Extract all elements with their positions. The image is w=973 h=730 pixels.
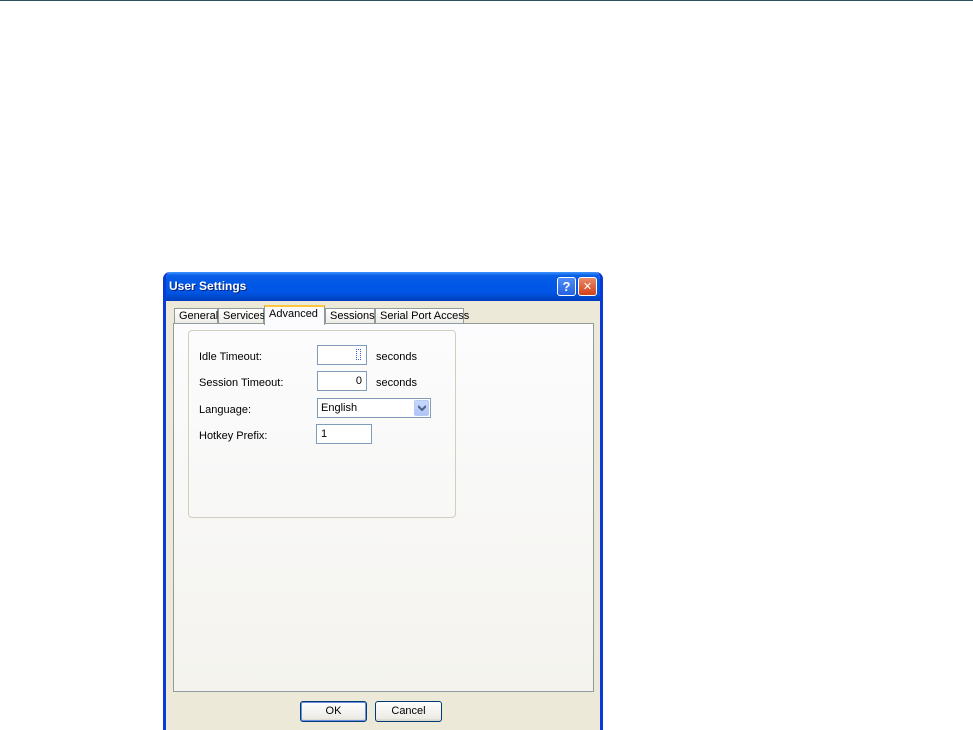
tab-services[interactable]: Services <box>218 308 265 324</box>
hotkey-prefix-label: Hotkey Prefix: <box>199 430 268 442</box>
tab-general[interactable]: General <box>174 308 218 324</box>
language-label: Language: <box>199 404 251 416</box>
tab-sessions[interactable]: Sessions <box>325 308 375 324</box>
advanced-tab-panel: Idle Timeout: 0 seconds Session Timeout:… <box>173 323 594 692</box>
cancel-button[interactable]: Cancel <box>375 701 442 722</box>
idle-timeout-input[interactable]: 0 <box>317 345 367 365</box>
title-bar[interactable]: User Settings ? ✕ <box>166 272 600 301</box>
idle-timeout-label: Idle Timeout: <box>199 351 262 363</box>
page-top-divider <box>0 0 973 1</box>
session-timeout-label: Session Timeout: <box>199 377 284 389</box>
language-select[interactable]: English <box>317 398 431 418</box>
tab-advanced[interactable]: Advanced <box>264 305 325 325</box>
tab-serial-port-access[interactable]: Serial Port Access <box>375 308 469 324</box>
chevron-down-icon[interactable] <box>414 400 429 416</box>
help-icon: ? <box>562 279 571 294</box>
close-button[interactable]: ✕ <box>578 277 597 296</box>
user-settings-dialog: User Settings ? ✕ General Services Advan… <box>163 272 603 730</box>
language-selected-value: English <box>321 402 358 414</box>
session-timeout-input[interactable]: 0 <box>317 371 367 391</box>
advanced-settings-group: Idle Timeout: 0 seconds Session Timeout:… <box>188 330 456 518</box>
dialog-title: User Settings <box>169 279 247 293</box>
session-timeout-unit: seconds <box>376 377 417 389</box>
hotkey-prefix-input[interactable]: 1 <box>316 424 372 444</box>
help-button[interactable]: ? <box>557 277 576 296</box>
close-icon: ✕ <box>582 281 593 293</box>
ok-button[interactable]: OK <box>300 701 367 722</box>
idle-timeout-unit: seconds <box>376 351 417 363</box>
